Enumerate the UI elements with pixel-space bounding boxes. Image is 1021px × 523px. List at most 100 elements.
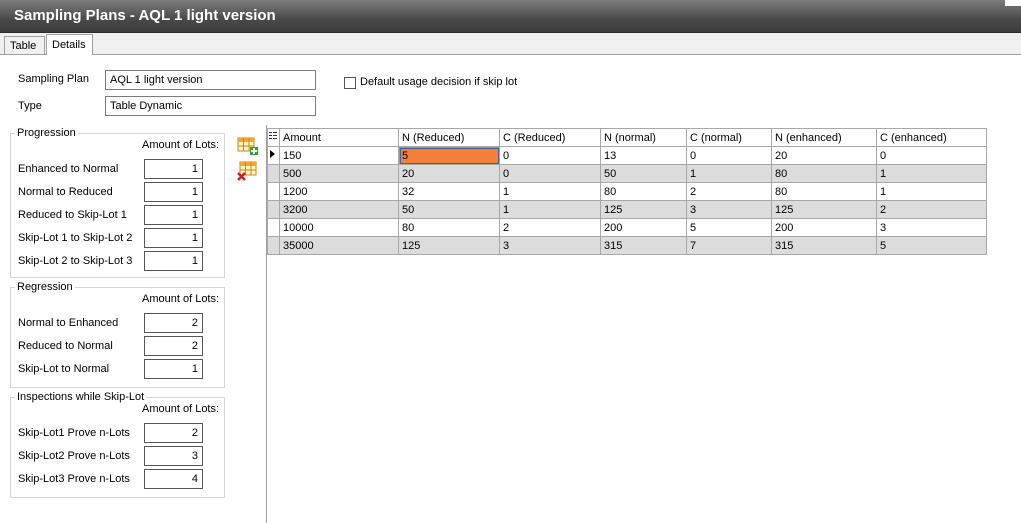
sampling-table: Amount N (Reduced) C (Reduced) N (normal… (267, 128, 987, 255)
inspections-amount-header: Amount of Lots: (142, 403, 220, 415)
grid-cell[interactable]: 125 (600, 200, 687, 219)
skip-lot-1-to-skip-lot-2-input[interactable]: 1 (144, 228, 203, 248)
grid-cell[interactable]: 0 (499, 164, 601, 183)
grid-cell[interactable]: 125 (398, 236, 500, 255)
skip-lot1-prove-input[interactable]: 2 (144, 423, 203, 443)
grid-cell[interactable]: 500 (279, 164, 399, 183)
normal-to-reduced-input[interactable]: 1 (144, 182, 203, 202)
grid-cell[interactable]: 20 (398, 164, 500, 183)
grid-cell[interactable]: 7 (686, 236, 772, 255)
column-header[interactable]: N (Reduced) (398, 128, 500, 147)
skip-lot2-prove-input[interactable]: 3 (144, 446, 203, 466)
grid-cell[interactable]: 1200 (279, 182, 399, 201)
grid-cell[interactable]: 315 (600, 236, 687, 255)
column-chooser-icon[interactable] (267, 128, 280, 147)
titlebar-corner (1005, 0, 1021, 6)
current-row-indicator-icon (267, 146, 280, 165)
column-header[interactable]: N (enhanced) (771, 128, 877, 147)
sampling-plan-field[interactable]: AQL 1 light version (105, 70, 316, 90)
inspections-title: Inspections while Skip-Lot (15, 391, 147, 403)
grid-cell[interactable]: 0 (686, 146, 772, 165)
table-row[interactable]: 1200 32 1 80 2 80 1 (267, 182, 987, 201)
grid-cell[interactable]: 50 (600, 164, 687, 183)
grid-cell[interactable]: 20 (771, 146, 877, 165)
window-titlebar: Sampling Plans - AQL 1 light version (0, 0, 1021, 33)
grid-cell[interactable]: 3 (876, 218, 987, 237)
grid-cell[interactable]: 2 (876, 200, 987, 219)
grid-cell[interactable]: 315 (771, 236, 877, 255)
table-row[interactable]: 10000 80 2 200 5 200 3 (267, 218, 987, 237)
add-row-icon[interactable] (237, 135, 259, 157)
row-header[interactable] (267, 218, 280, 237)
grid-cell[interactable]: 200 (600, 218, 687, 237)
grid-cell[interactable]: 1 (499, 182, 601, 201)
tab-strip: Table Details (0, 33, 1021, 55)
grid-cell[interactable]: 0 (876, 146, 987, 165)
grid-cell[interactable]: 5 (686, 218, 772, 237)
column-header[interactable]: C (enhanced) (876, 128, 987, 147)
row-header[interactable] (267, 182, 280, 201)
grid-cell[interactable]: 3 (499, 236, 601, 255)
regression-title: Regression (15, 281, 75, 293)
enhanced-to-normal-input[interactable]: 1 (144, 159, 203, 179)
table-row[interactable]: 150 5 0 13 0 20 0 (267, 146, 987, 165)
grid-cell[interactable]: 32 (398, 182, 500, 201)
grid-cell[interactable]: 35000 (279, 236, 399, 255)
grid-cell[interactable]: 125 (771, 200, 877, 219)
column-header[interactable]: N (normal) (600, 128, 687, 147)
details-panel: Sampling Plan AQL 1 light version Type T… (0, 55, 1021, 523)
sampling-plan-label: Sampling Plan (18, 73, 89, 85)
window-title: Sampling Plans - AQL 1 light version (14, 7, 276, 24)
skip-lot-2-to-skip-lot-3-input[interactable]: 1 (144, 251, 203, 271)
grid-cell[interactable]: 2 (499, 218, 601, 237)
progression-amount-header: Amount of Lots: (142, 139, 220, 151)
grid-cell[interactable]: 80 (771, 182, 877, 201)
skip-lot-2-to-skip-lot-3-label: Skip-Lot 2 to Skip-Lot 3 (18, 255, 133, 267)
grid-cell[interactable]: 80 (398, 218, 500, 237)
grid-cell[interactable]: 150 (279, 146, 399, 165)
grid-cell[interactable]: 1 (876, 182, 987, 201)
tab-table[interactable]: Table (4, 36, 45, 54)
reduced-to-normal-input[interactable]: 2 (144, 336, 203, 356)
grid-cell[interactable]: 2 (686, 182, 772, 201)
grid-cell[interactable]: 1 (876, 164, 987, 183)
grid-cell-selected[interactable]: 5 (398, 146, 500, 165)
column-header[interactable]: C (normal) (686, 128, 772, 147)
table-row[interactable]: 35000 125 3 315 7 315 5 (267, 236, 987, 255)
table-row[interactable]: 500 20 0 50 1 80 1 (267, 164, 987, 183)
default-usage-label: Default usage decision if skip lot (360, 76, 518, 88)
default-usage-checkbox[interactable] (344, 77, 356, 89)
grid-cell[interactable]: 3 (686, 200, 772, 219)
grid-cell[interactable]: 80 (771, 164, 877, 183)
grid-cell[interactable]: 1 (499, 200, 601, 219)
grid-header-row: Amount N (Reduced) C (Reduced) N (normal… (267, 128, 987, 147)
skip-lot-1-to-skip-lot-2-label: Skip-Lot 1 to Skip-Lot 2 (18, 232, 133, 244)
reduced-to-normal-label: Reduced to Normal (18, 340, 113, 352)
enhanced-to-normal-label: Enhanced to Normal (18, 163, 119, 175)
type-field[interactable]: Table Dynamic (105, 96, 316, 116)
row-header[interactable] (267, 200, 280, 219)
skip-lot2-prove-label: Skip-Lot2 Prove n-Lots (18, 450, 130, 462)
grid-cell[interactable]: 10000 (279, 218, 399, 237)
grid-cell[interactable]: 3200 (279, 200, 399, 219)
row-header[interactable] (267, 164, 280, 183)
grid-cell[interactable]: 0 (499, 146, 601, 165)
table-row[interactable]: 3200 50 1 125 3 125 2 (267, 200, 987, 219)
normal-to-enhanced-input[interactable]: 2 (144, 313, 203, 333)
grid-cell[interactable]: 80 (600, 182, 687, 201)
grid-cell[interactable]: 1 (686, 164, 772, 183)
grid-cell[interactable]: 5 (876, 236, 987, 255)
skip-lot3-prove-input[interactable]: 4 (144, 469, 203, 489)
grid-cell[interactable]: 200 (771, 218, 877, 237)
grid-cell[interactable]: 50 (398, 200, 500, 219)
column-header[interactable]: C (Reduced) (499, 128, 601, 147)
grid-cell[interactable]: 13 (600, 146, 687, 165)
delete-row-icon[interactable] (237, 160, 259, 182)
skip-lot3-prove-label: Skip-Lot3 Prove n-Lots (18, 473, 130, 485)
reduced-to-skip-lot-1-label: Reduced to Skip-Lot 1 (18, 209, 127, 221)
row-header[interactable] (267, 236, 280, 255)
skip-lot-to-normal-input[interactable]: 1 (144, 359, 203, 379)
tab-details[interactable]: Details (46, 34, 93, 55)
reduced-to-skip-lot-1-input[interactable]: 1 (144, 205, 203, 225)
column-header[interactable]: Amount (279, 128, 399, 147)
